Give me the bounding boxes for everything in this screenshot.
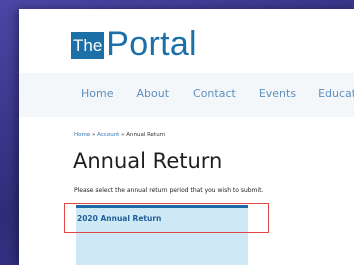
highlight-box — [64, 203, 269, 233]
breadcrumb-current: Annual Return — [126, 132, 166, 138]
breadcrumb-account[interactable]: Account — [97, 132, 119, 138]
nav-events[interactable]: Events — [259, 87, 296, 100]
logo-the: The — [71, 31, 105, 59]
page-title: Annual Return — [73, 149, 223, 173]
breadcrumb-home[interactable]: Home — [74, 132, 90, 138]
portal-logo[interactable]: The Portal — [71, 24, 197, 64]
logo-portal: Portal — [106, 25, 197, 63]
nav-education[interactable]: Educati — [318, 87, 354, 100]
nav-contact[interactable]: Contact — [193, 87, 236, 100]
page-instructions: Please select the annual return period t… — [74, 187, 264, 194]
nav-about[interactable]: About — [136, 87, 169, 100]
main-nav: Home About Contact Events Educati — [81, 87, 354, 100]
nav-home[interactable]: Home — [81, 87, 113, 100]
browser-page: The Portal Home About Contact Events Edu… — [19, 9, 354, 265]
breadcrumb: Home » Account » Annual Return — [74, 132, 165, 138]
